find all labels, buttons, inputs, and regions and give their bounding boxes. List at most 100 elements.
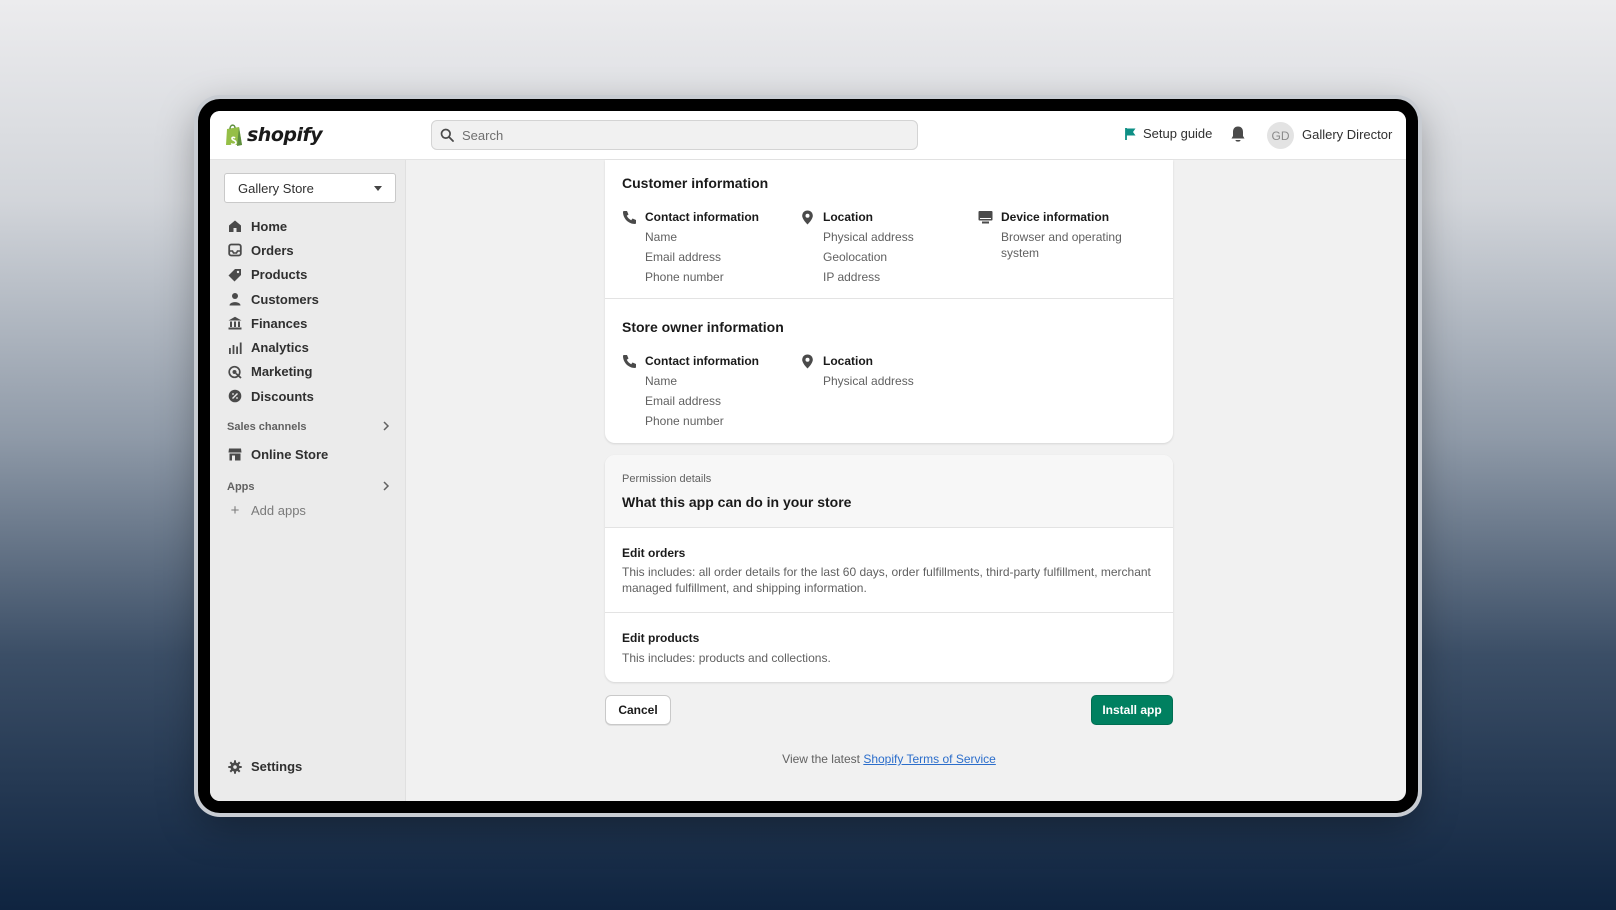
customer-info-title: Customer information — [622, 175, 769, 191]
home-icon — [229, 220, 241, 233]
sidebar-item-products[interactable]: Products — [228, 263, 398, 287]
main-nav: Home Orders Products Customers Finances — [228, 214, 398, 408]
permission-details-card: Permission details What this app can do … — [605, 455, 1173, 682]
search-bar[interactable] — [431, 120, 918, 150]
contact-info-heading: Contact information — [645, 210, 759, 224]
caret-down-icon — [374, 186, 382, 191]
customer-device-info: Device information Browser and operating… — [978, 209, 1163, 261]
device-info-heading: Device information — [1001, 210, 1110, 224]
gear-icon — [228, 760, 242, 774]
sidebar-item-finances[interactable]: Finances — [228, 311, 398, 335]
section-divider — [605, 527, 1173, 528]
section-divider — [605, 298, 1173, 299]
data-field: Browser and operating — [1001, 230, 1122, 244]
store-name: Gallery Store — [238, 180, 314, 196]
sidebar-item-orders[interactable]: Orders — [228, 238, 398, 262]
sales-channels-header[interactable]: Sales channels — [227, 421, 392, 433]
sidebar-item-marketing[interactable]: Marketing — [228, 360, 398, 384]
flag-icon — [1125, 127, 1136, 140]
data-field: Name — [645, 374, 678, 388]
data-field: Physical address — [823, 230, 914, 244]
contact-info-heading: Contact information — [645, 354, 759, 368]
location-heading: Location — [823, 210, 873, 224]
sidebar-item-label: Customers — [251, 291, 319, 307]
location-heading: Location — [823, 354, 873, 368]
main-content: Customer information Contact information… — [407, 160, 1406, 801]
discount-icon — [228, 389, 242, 403]
location-head: Location — [800, 353, 970, 369]
sidebar-item-label: Products — [251, 267, 308, 283]
person-icon — [229, 293, 241, 306]
owner-contact-info: Contact information Name Email address P… — [622, 353, 792, 429]
data-field: Phone number — [645, 414, 724, 428]
data-field: Name — [645, 230, 678, 244]
permission-item-desc: This includes: all order details for the… — [622, 565, 1151, 595]
sidebar-item-settings[interactable]: Settings — [228, 755, 302, 779]
section-divider — [605, 612, 1173, 613]
data-field: Geolocation — [823, 250, 888, 264]
bell-icon[interactable] — [1230, 125, 1246, 143]
plus-icon: + — [230, 502, 240, 519]
app-screen: shopify Setup guide GD — [210, 111, 1406, 801]
sales-channels-label: Sales channels — [227, 421, 307, 433]
apps-header[interactable]: Apps — [227, 481, 392, 493]
data-access-card: Customer information Contact information… — [605, 160, 1173, 443]
data-field: IP address — [823, 270, 881, 284]
data-field: Physical address — [823, 374, 914, 388]
add-apps-label: Add apps — [251, 503, 306, 518]
sidebar-item-label: Settings — [251, 759, 303, 775]
sidebar-item-label: Home — [251, 218, 288, 234]
top-bar: shopify Setup guide GD — [210, 111, 1406, 160]
permission-item-title: Edit products — [622, 631, 700, 645]
bank-icon — [228, 317, 242, 330]
search-icon — [440, 128, 454, 142]
data-field: Email address — [645, 394, 722, 408]
permission-item-desc: This includes: products and collections. — [622, 651, 831, 665]
permission-title: What this app can do in your store — [622, 494, 852, 510]
install-app-button[interactable]: Install app — [1091, 695, 1173, 725]
terms-prefix: View the latest — [782, 752, 864, 766]
apps-label: Apps — [227, 481, 255, 493]
owner-location-info: Location Physical address — [800, 353, 970, 389]
setup-guide-button[interactable]: Setup guide — [1124, 126, 1212, 141]
tag-icon — [228, 268, 241, 282]
sidebar-item-label: Analytics — [251, 340, 309, 356]
sidebar-item-label: Online Store — [251, 446, 329, 462]
shopify-bag-icon — [226, 124, 242, 146]
cancel-button[interactable]: Cancel — [605, 695, 671, 725]
user-name[interactable]: Gallery Director — [1302, 127, 1392, 142]
data-field: system — [1001, 246, 1040, 260]
add-apps-button[interactable]: + Add apps — [228, 502, 306, 519]
device-frame: shopify Setup guide GD — [198, 99, 1418, 813]
sidebar: Gallery Store Home Orders Products Custo… — [210, 160, 406, 801]
permission-header — [605, 455, 1173, 527]
shopify-logo[interactable]: shopify — [224, 123, 323, 147]
permission-kicker: Permission details — [622, 473, 712, 485]
sidebar-item-label: Orders — [251, 242, 294, 258]
contact-head: Contact information — [622, 209, 792, 225]
inbox-icon — [228, 244, 242, 257]
search-input[interactable] — [462, 127, 882, 143]
sidebar-item-discounts[interactable]: Discounts — [228, 384, 398, 408]
store-selector[interactable]: Gallery Store — [224, 173, 396, 203]
terms-footer: View the latest Shopify Terms of Service — [605, 752, 1173, 766]
sidebar-item-label: Marketing — [251, 364, 313, 380]
monitor-icon — [978, 210, 993, 223]
store-icon — [228, 448, 242, 461]
phone-icon — [623, 354, 636, 368]
sidebar-item-home[interactable]: Home — [228, 214, 398, 238]
sidebar-item-online-store[interactable]: Online Store — [228, 442, 328, 466]
sidebar-item-label: Discounts — [251, 388, 314, 404]
setup-guide-label: Setup guide — [1143, 126, 1213, 141]
data-field: Email address — [645, 250, 722, 264]
location-head: Location — [800, 209, 970, 225]
customer-location-info: Location Physical address Geolocation IP… — [800, 209, 970, 285]
owner-info-title: Store owner information — [622, 319, 784, 335]
avatar[interactable]: GD — [1267, 122, 1294, 149]
device-head: Device information — [978, 209, 1163, 225]
sidebar-item-customers[interactable]: Customers — [228, 287, 398, 311]
sidebar-item-analytics[interactable]: Analytics — [228, 335, 398, 359]
terms-link[interactable]: Shopify Terms of Service — [863, 752, 996, 766]
target-icon — [228, 365, 242, 379]
customer-contact-info: Contact information Name Email address P… — [622, 209, 792, 285]
